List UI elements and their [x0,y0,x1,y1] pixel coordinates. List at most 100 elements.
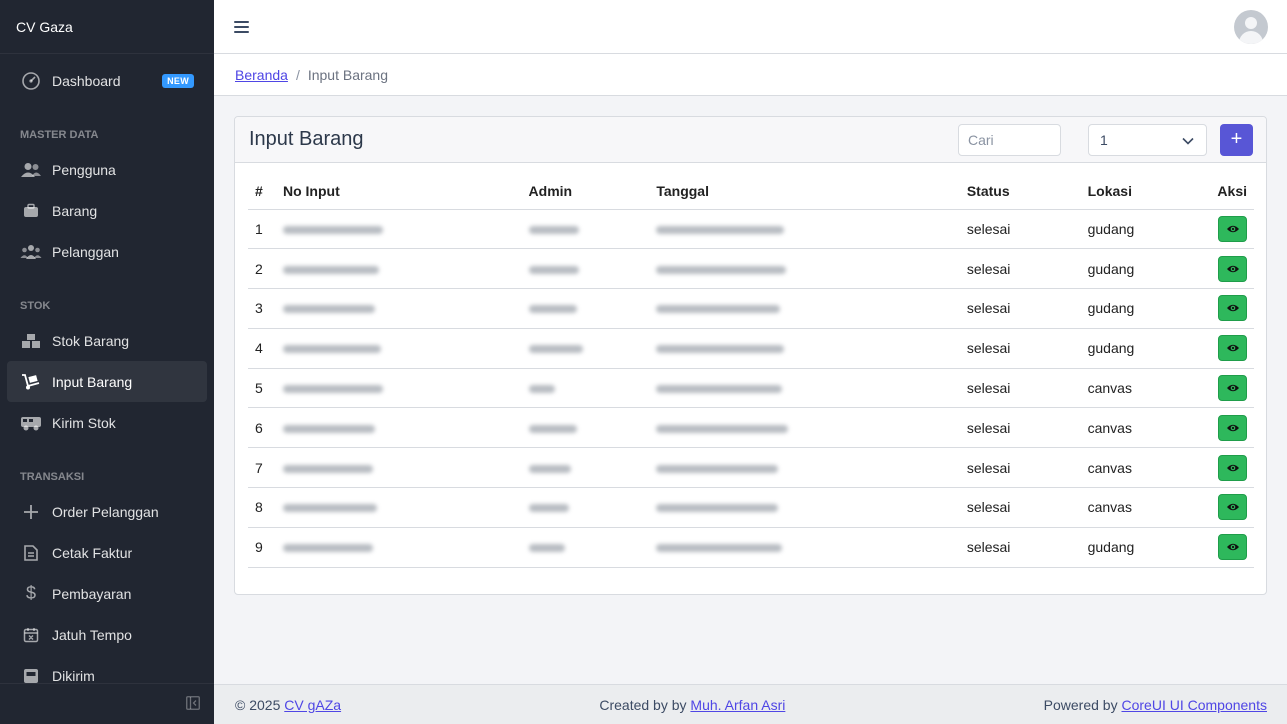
status-cell: selesai [959,209,1081,250]
sidebar-item-barang[interactable]: Barang [7,190,207,231]
status-cell: selesai [959,407,1081,449]
powered-by-text: Powered by [1043,696,1118,713]
lokasi-cell: gudang [1080,248,1211,290]
aksi-cell [1210,407,1254,449]
footer: © 2025 CV gAZa Created by by Muh. Arfan … [214,684,1287,724]
col-aksi: Aksi [1210,183,1254,210]
brand-link[interactable]: CV gAZa [284,697,341,713]
table-row: 2 selesai gudang [248,248,1254,290]
lokasi-cell: gudang [1080,328,1211,369]
admin-cell [521,527,650,568]
redacted-text [282,345,381,354]
view-button[interactable] [1218,375,1247,402]
col-no-input: No Input [275,183,522,210]
aksi-cell [1210,288,1254,329]
sidebar-item-label: Dashboard [52,72,121,89]
sidebar-item-label: Order Pelanggan [52,503,159,520]
no-input-cell [275,209,522,250]
status-cell: selesai [959,368,1081,409]
brand-name[interactable]: CV Gaza [0,0,214,54]
sidebar-item-label: Input Barang [52,373,133,390]
sidebar-item-pengguna[interactable]: Pengguna [7,149,207,190]
author-link[interactable]: Muh. Arfan Asri [690,697,785,713]
menu-toggle-icon[interactable] [234,20,249,33]
admin-cell [521,487,650,528]
redacted-text [282,464,373,473]
redacted-text [656,504,779,513]
add-button[interactable]: + [1220,123,1253,156]
no-input-cell [275,368,522,409]
breadcrumb-home-link[interactable]: Beranda [235,67,288,83]
view-button[interactable] [1218,534,1247,561]
view-button[interactable] [1218,454,1247,481]
view-button[interactable] [1218,335,1247,362]
eye-icon [1226,305,1239,312]
input-barang-table: # No Input Admin Tanggal Status Lokasi A… [248,183,1254,568]
speedometer-icon [20,71,42,90]
eye-icon [1226,504,1239,511]
briefcase-icon [20,202,42,220]
row-number: 9 [248,527,276,568]
redacted-text [528,544,565,553]
lokasi-cell: gudang [1080,209,1211,250]
row-number: 3 [248,288,276,329]
user-avatar[interactable] [1234,9,1268,44]
lokasi-cell: gudang [1080,288,1211,329]
coreui-link[interactable]: CoreUI UI Components [1121,697,1267,713]
sidebar-item-kirim-stok[interactable]: Kirim Stok [7,402,207,443]
page-size-select[interactable]: 1 [1088,123,1207,156]
collapse-icon [186,695,200,713]
view-button[interactable] [1218,255,1247,282]
breadcrumb-separator: / [295,66,300,83]
sidebar-item-input-barang[interactable]: Input Barang [7,361,207,402]
sidebar-item-label: Jatuh Tempo [52,626,132,643]
aksi-cell [1210,328,1254,369]
no-input-cell [275,447,522,489]
view-button[interactable] [1218,414,1247,441]
sidebar-item-cetak-faktur[interactable]: Cetak Faktur [7,532,207,573]
sidebar-item-pelanggan[interactable]: Pelanggan [7,231,207,272]
status-cell: selesai [959,328,1081,369]
table-row: 8 selesai canvas [248,487,1254,528]
footer-right: Powered by CoreUI UI Components [1044,697,1267,713]
redacted-text [282,504,377,513]
no-input-cell [275,527,522,568]
redacted-text [282,385,383,394]
eye-icon [1226,464,1239,471]
sidebar-item-label: Pelanggan [52,243,119,260]
row-number: 4 [248,328,276,369]
tanggal-cell [649,328,960,369]
sidebar-nav: Dashboard NEW MASTER DATA Pengguna Baran… [0,54,214,696]
view-button[interactable] [1218,215,1247,242]
col-admin: Admin [521,183,650,210]
view-button[interactable] [1218,494,1247,521]
sidebar-item-jatuh-tempo[interactable]: Jatuh Tempo [7,614,207,655]
file-icon [20,544,42,562]
sidebar-item-stok-barang[interactable]: Stok Barang [7,320,207,361]
main-content: Input Barang 1 + # No Input Admin Tangga… [214,96,1287,684]
lokasi-cell: canvas [1080,447,1211,489]
redacted-text [656,225,785,234]
row-number: 1 [248,209,276,250]
sidebar-item-order-pelanggan[interactable]: Order Pelanggan [7,491,207,532]
redacted-text [282,424,375,433]
card-title: Input Barang [249,128,364,150]
redacted-text [528,225,579,234]
aksi-cell [1210,209,1254,250]
breadcrumb-current: Input Barang [307,66,388,83]
aksi-cell [1210,527,1254,568]
table-header-row: # No Input Admin Tanggal Status Lokasi A… [248,183,1254,210]
search-input[interactable] [958,123,1061,156]
redacted-text [656,464,779,473]
tanggal-cell [649,487,960,528]
col-status: Status [959,183,1081,210]
redacted-text [656,385,783,394]
redacted-text [528,424,577,433]
aksi-cell [1210,368,1254,409]
sidebar-toggle-button[interactable] [0,683,214,724]
sidebar-item-dashboard[interactable]: Dashboard NEW [7,60,207,101]
row-number: 8 [248,487,276,528]
table-row: 6 selesai canvas [248,407,1254,449]
sidebar-item-pembayaran[interactable]: $ Pembayaran [7,573,207,614]
view-button[interactable] [1218,295,1247,322]
